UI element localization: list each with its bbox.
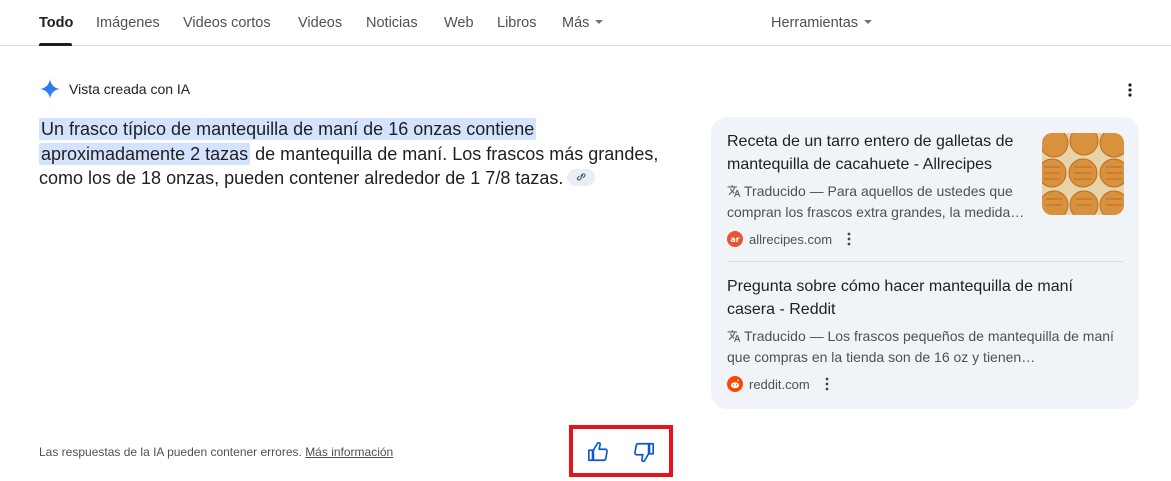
sources-divider [727, 261, 1123, 262]
tab-noticias[interactable]: Noticias [366, 15, 418, 31]
answer-highlight: aproximadamente 2 tazas [39, 142, 251, 165]
reddit-favicon [727, 376, 743, 392]
source-snippet: Traducido — Para aquellos de ustedes que… [727, 181, 1027, 222]
more-info-link[interactable]: Más información [305, 445, 393, 459]
translate-icon [727, 185, 741, 197]
peanut-butter-cookies-image [1042, 133, 1124, 215]
source-site: reddit.com [727, 375, 1125, 393]
tab-mas-label: Más [562, 15, 590, 31]
ai-answer-text: Un frasco típico de mantequilla de maní … [39, 117, 679, 191]
more-options-icon[interactable] [1121, 80, 1139, 100]
source-domain: allrecipes.com [749, 231, 833, 247]
tab-libros[interactable]: Libros [497, 15, 537, 31]
search-tabs-bar: Todo Imágenes Videos cortos Videos Notic… [0, 0, 1171, 46]
source-link-chip[interactable] [567, 168, 596, 186]
tab-todo[interactable]: Todo [39, 15, 73, 31]
ai-overview-title: Vista creada con IA [69, 81, 191, 97]
source-card-reddit[interactable]: Pregunta sobre cómo hacer mantequilla de… [727, 276, 1125, 393]
sources-panel: Receta de un tarro entero de galletas de… [711, 117, 1139, 409]
chevron-down-icon [595, 20, 604, 25]
active-tab-indicator [39, 43, 72, 46]
favicon-text: ar [730, 234, 740, 244]
chevron-down-icon [864, 20, 873, 25]
source-snippet-text: Traducido — Los frascos pequeños de mant… [727, 328, 1114, 365]
translate-icon [727, 330, 741, 342]
tab-mas[interactable]: Más [562, 15, 604, 31]
ai-disclaimer: Las respuestas de la IA pueden contener … [39, 445, 393, 459]
gemini-sparkle-icon [39, 78, 61, 100]
thumbs-up-icon[interactable] [587, 441, 609, 463]
tab-web[interactable]: Web [444, 15, 474, 31]
source-snippet: Traducido — Los frascos pequeños de mant… [727, 326, 1125, 367]
allrecipes-favicon: ar [727, 231, 743, 247]
cookies-thumbnail[interactable] [1042, 133, 1124, 215]
thumbs-down-icon[interactable] [633, 441, 655, 463]
reddit-alien-icon [730, 379, 740, 389]
ai-overview-header: Vista creada con IA [39, 78, 190, 100]
source-site: ar allrecipes.com [727, 230, 1125, 248]
source-domain: reddit.com [749, 376, 810, 392]
feedback-highlight-box [569, 425, 673, 477]
source-title[interactable]: Pregunta sobre cómo hacer mantequilla de… [727, 276, 1097, 321]
source-title[interactable]: Receta de un tarro entero de galletas de… [727, 131, 1027, 176]
source-snippet-text: Traducido — Para aquellos de ustedes que… [727, 183, 1025, 220]
tools-button[interactable]: Herramientas [771, 15, 873, 31]
answer-highlight: Un frasco típico de mantequilla de maní … [39, 118, 537, 140]
link-icon [577, 173, 586, 181]
more-options-icon[interactable] [820, 376, 834, 392]
more-options-icon[interactable] [842, 231, 856, 247]
tab-videos[interactable]: Videos [298, 15, 342, 31]
tools-label: Herramientas [771, 15, 859, 31]
disclaimer-text: Las respuestas de la IA pueden contener … [39, 445, 302, 459]
tab-videos-cortos[interactable]: Videos cortos [183, 15, 271, 31]
source-card-allrecipes[interactable]: Receta de un tarro entero de galletas de… [727, 131, 1125, 248]
tab-imagenes[interactable]: Imágenes [96, 15, 160, 31]
